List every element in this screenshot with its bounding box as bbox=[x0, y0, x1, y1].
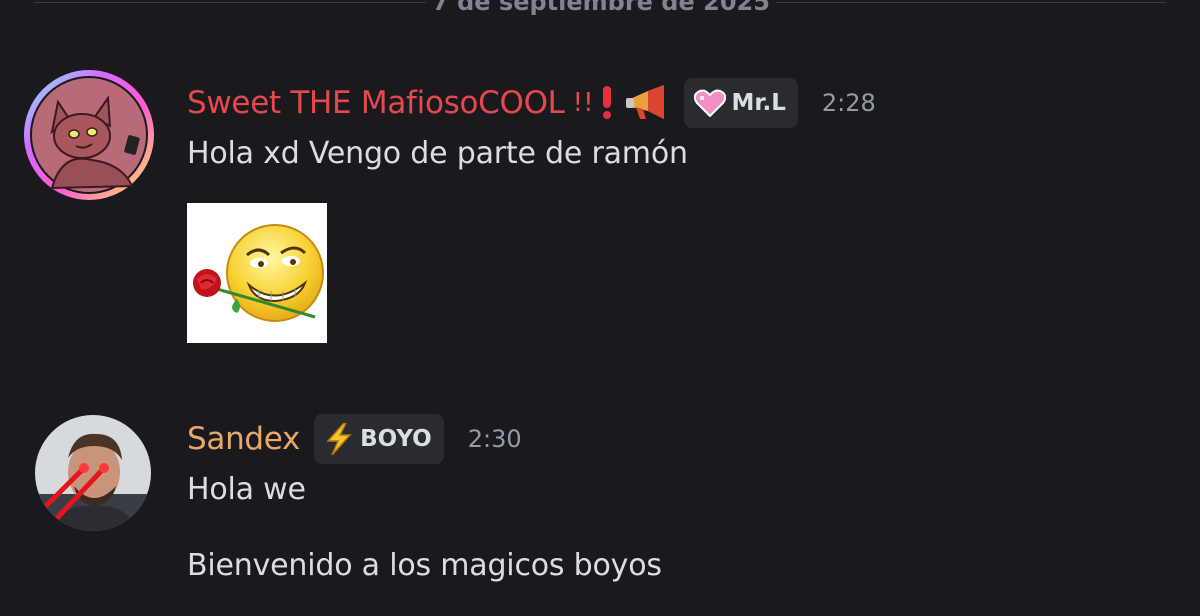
role-tag[interactable]: BOYO bbox=[314, 414, 444, 464]
role-tag-label: Mr.L bbox=[731, 90, 786, 116]
username[interactable]: Sandex bbox=[187, 421, 300, 457]
double-exclamation: !! bbox=[572, 88, 594, 118]
avatar[interactable] bbox=[34, 414, 152, 532]
timestamp: 2:30 bbox=[467, 425, 522, 453]
timestamp: 2:28 bbox=[821, 89, 876, 117]
message-text-line-1: Hola we bbox=[187, 472, 306, 507]
message-2: Sandex BOYO 2:30 Hola we Bienvenido a lo… bbox=[0, 410, 1200, 616]
exclamation-icon bbox=[600, 86, 614, 120]
emoji-rose-in-mouth-image bbox=[193, 224, 324, 322]
avatar[interactable] bbox=[22, 68, 156, 202]
username[interactable]: Sweet THE MafiosoCOOL bbox=[187, 85, 565, 121]
date-divider-label: 7 de septiembre de 2025 bbox=[432, 0, 770, 16]
pink-heart-icon bbox=[693, 89, 726, 117]
divider-line-right bbox=[776, 2, 1166, 3]
date-divider: 7 de septiembre de 2025 bbox=[0, 0, 1200, 16]
divider-line-left bbox=[34, 2, 426, 3]
message-header: Sandex BOYO 2:30 bbox=[187, 414, 522, 464]
role-tag-label: BOYO bbox=[360, 426, 432, 452]
message-text-line-2: Bienvenido a los magicos boyos bbox=[187, 548, 662, 583]
name-decorations: !! bbox=[573, 85, 670, 121]
message-1: Sweet THE MafiosoCOOL !! Mr.L 2:28 Hola … bbox=[0, 60, 1200, 360]
message-text: Hola xd Vengo de parte de ramón bbox=[187, 136, 688, 171]
message-header: Sweet THE MafiosoCOOL !! Mr.L 2:28 bbox=[187, 78, 876, 128]
role-tag[interactable]: Mr.L bbox=[683, 78, 798, 128]
megaphone-icon bbox=[625, 85, 670, 121]
image-attachment[interactable] bbox=[187, 203, 327, 343]
lightning-icon bbox=[324, 423, 354, 455]
